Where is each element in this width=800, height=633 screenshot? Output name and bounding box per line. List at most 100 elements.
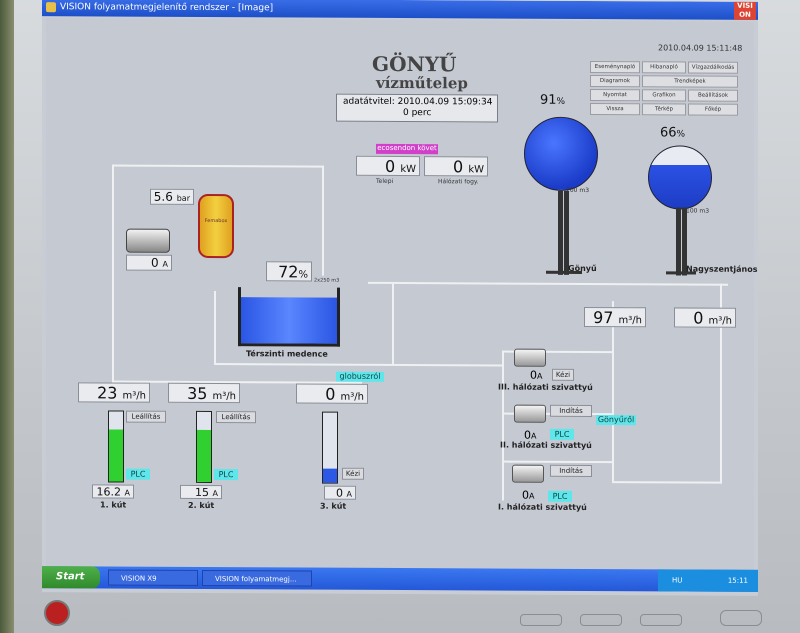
nav-nyomtat[interactable]: Nyomtat xyxy=(590,88,640,102)
gonyu-volume: 200 m3 xyxy=(566,186,590,194)
well2-flow-unit: m³/h xyxy=(212,391,236,403)
pipe xyxy=(502,350,504,501)
nav-hibanaplo[interactable]: Hibanapló xyxy=(642,61,686,74)
pump2-start-button[interactable]: Indítás xyxy=(550,404,592,418)
nav-trendkepek[interactable]: Trendképek xyxy=(642,75,738,88)
pump2-icon xyxy=(514,404,546,423)
femabox-label: Femabox xyxy=(204,217,228,225)
well2-level xyxy=(197,429,211,483)
well1-flow-box: 23 m³/h xyxy=(78,382,150,403)
well1-label: 1. kút xyxy=(100,500,127,510)
main-flow-unit: m³/h xyxy=(618,315,642,327)
well2-flow-box: 35 m³/h xyxy=(168,382,240,404)
pipe xyxy=(214,291,216,364)
screen: VISION folyamatmegjelenítő rendszer - [I… xyxy=(42,0,758,596)
nav-fokep[interactable]: Főkép xyxy=(688,103,738,116)
basin-volume: 2x250 m3 xyxy=(314,277,340,284)
well1-mode: PLC xyxy=(126,468,150,480)
well1-level xyxy=(109,428,123,482)
nagy-flow-value: 0 xyxy=(693,308,704,328)
monitor-button[interactable] xyxy=(640,614,682,626)
nav-vissza[interactable]: Vissza xyxy=(590,102,640,116)
main-flow-value: 97 xyxy=(593,308,614,328)
pressure-value: 5.6 xyxy=(153,189,173,204)
nagy-water-tower xyxy=(648,145,712,210)
well1-flow-value: 23 xyxy=(97,383,118,403)
femabox-vessel: Femabox xyxy=(198,193,234,259)
nagy-volume: 100 m3 xyxy=(686,207,710,215)
nav-diagramok[interactable]: Diagramok xyxy=(590,74,640,88)
page-subtitle: vízműtelep xyxy=(376,73,468,93)
well2-flow-value: 35 xyxy=(187,383,208,403)
language-indicator[interactable]: HU xyxy=(672,569,682,591)
well3-mode: Kézi xyxy=(342,467,364,480)
pipe xyxy=(112,164,114,385)
gonyu-tower-label: Gönyű xyxy=(568,263,597,274)
telep-power-unit: kW xyxy=(400,164,416,176)
pipe xyxy=(392,281,394,364)
gonyu-tower-leg xyxy=(564,190,569,275)
nagy-tank-percent: 66% xyxy=(660,125,686,141)
monitor-brand-logo xyxy=(44,600,70,626)
taskbar-item-vision-x9[interactable]: VISION X9 xyxy=(108,569,198,586)
nav-terkep[interactable]: Térkép xyxy=(642,103,686,116)
compressor-current-value: 0 xyxy=(151,255,159,270)
well2-mode: PLC xyxy=(214,469,238,481)
start-button[interactable]: Start xyxy=(42,566,100,589)
window-title: VISION folyamatmegjelenítő rendszer - [I… xyxy=(60,2,274,14)
nagy-tower-leg xyxy=(676,207,681,276)
transfer-minutes: 0 perc xyxy=(403,108,432,119)
transfer-label: adatátvitel: 2010.04.09 15:09:34 xyxy=(343,96,493,108)
well3-current-box: 0 A xyxy=(324,485,356,500)
halozat-power-value: 0 xyxy=(453,157,464,177)
gonyu-tower-leg xyxy=(558,190,563,275)
vision-logo: VISI ON xyxy=(734,1,756,20)
monitor-button[interactable] xyxy=(520,614,562,626)
well3-source-tag: globuszról xyxy=(336,371,384,382)
well2-stop-button[interactable]: Leállítás xyxy=(216,411,256,424)
well1-stop-button[interactable]: Leállítás xyxy=(126,410,166,423)
compressor-icon xyxy=(126,228,170,253)
well1-casing xyxy=(108,410,124,483)
pipe xyxy=(214,363,502,367)
well2-label: 2. kút xyxy=(188,500,215,511)
compressor-current-unit: A xyxy=(162,259,168,269)
pipe xyxy=(612,301,614,482)
pump1-icon xyxy=(512,464,544,483)
telep-power-box: 0 kW xyxy=(356,155,420,177)
well3-level xyxy=(323,468,337,483)
well3-label: 3. kút xyxy=(320,501,347,511)
nagy-flow-unit: m³/h xyxy=(708,315,732,327)
nav-esemenynaplo[interactable]: Eseménynapló xyxy=(590,60,640,74)
window-titlebar[interactable]: VISION folyamatmegjelenítő rendszer - [I… xyxy=(42,0,758,20)
pump2-mode: PLC xyxy=(550,428,574,440)
well1-current-box: 16.2 A xyxy=(92,484,134,499)
scada-canvas: 2010.04.09 15:11:48 GÖNYŰ vízműtelep ada… xyxy=(46,18,758,570)
well3-flow-unit: m³/h xyxy=(340,391,364,403)
energy-tag: ecosendon követ xyxy=(376,143,438,155)
monitor-button[interactable] xyxy=(580,614,622,626)
well2-current-unit: A xyxy=(212,489,218,499)
gonyu-water-tower xyxy=(524,116,598,192)
pump3-label: III. hálózati szivattyú xyxy=(498,382,593,393)
pump3-mode: Kézi xyxy=(552,368,574,381)
nav-vizgazdalkodas[interactable]: Vízgazdálkodás xyxy=(688,61,738,74)
taskbar-item-vision-app[interactable]: VISION folyamatmegj... xyxy=(202,569,312,587)
halozat-power-unit: kW xyxy=(468,164,484,176)
basin-percent-value: 72 xyxy=(278,262,299,282)
basin-percent-box: 72% xyxy=(266,261,312,282)
well3-flow-box: 0 m³/h xyxy=(296,383,368,404)
pressure-unit: bar xyxy=(176,193,190,203)
well1-current-value: 16.2 xyxy=(96,485,122,499)
pump1-start-button[interactable]: Indítás xyxy=(550,464,592,478)
nav-beallitasok[interactable]: Beállítások xyxy=(688,89,738,102)
monitor-power-button[interactable] xyxy=(720,610,762,626)
nav-grafikon[interactable]: Grafikon xyxy=(642,89,686,102)
pump1-mode: PLC xyxy=(548,490,572,502)
well3-flow-value: 0 xyxy=(325,384,336,404)
telep-label: Telepi xyxy=(376,177,394,185)
well3-current-value: 0 xyxy=(336,486,344,500)
transfer-box: adatátvitel: 2010.04.09 15:09:34 0 perc xyxy=(336,93,498,123)
halozat-label: Hálózati fogy. xyxy=(438,178,479,186)
well3-current-unit: A xyxy=(346,489,352,499)
